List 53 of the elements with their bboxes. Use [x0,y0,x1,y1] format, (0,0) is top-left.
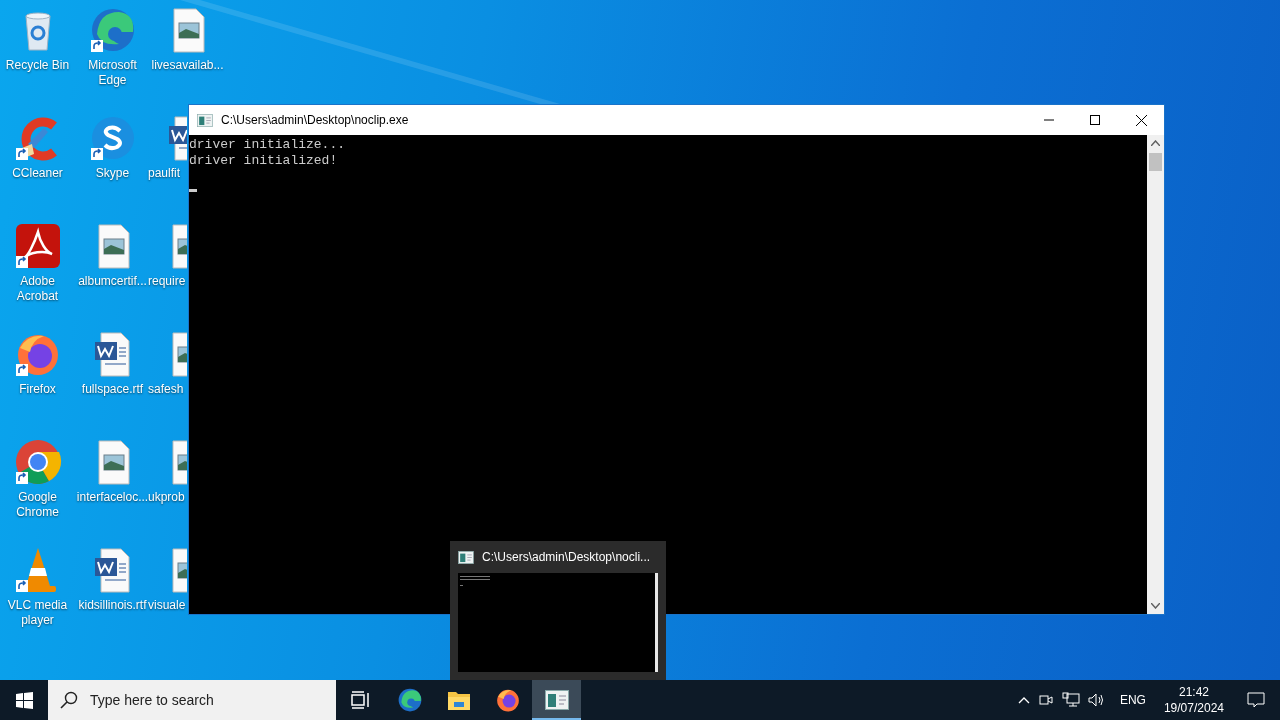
chevron-up-icon [1017,696,1030,704]
folder-icon [446,689,471,711]
icon-label: kidsillinois.rtf [78,598,147,613]
scroll-up-icon[interactable] [1151,140,1160,146]
console-line: driver initialize... [189,137,347,153]
console-app-icon [458,550,474,564]
icon-label: albumcertif... [78,274,147,289]
icon-label: VLC media player [6,598,69,628]
volume-icon [1087,692,1106,708]
window-title: C:\Users\admin\Desktop\noclip.exe [221,113,410,127]
icon-label: Adobe Acrobat [15,274,60,304]
console-app-icon [197,113,213,127]
maximize-icon [1090,115,1100,125]
icon-label: CCleaner [12,166,63,181]
edge-icon[interactable] [88,6,137,54]
icon-label: Recycle Bin [5,58,70,73]
icon-label: paulfit [148,166,181,181]
taskbar-app[interactable] [532,680,581,720]
icon-label: ukprob [148,490,185,505]
chrome-icon[interactable] [13,438,62,486]
icon-label: livesavailab... [151,58,224,73]
scrollbar[interactable] [1147,135,1164,614]
search-icon [60,691,78,709]
acrobat-icon[interactable] [13,222,62,270]
firefox-icon [494,687,521,713]
skype-icon[interactable] [88,114,137,162]
close-icon [1135,114,1147,126]
edge-icon [396,687,423,713]
language-indicator[interactable]: ENG [1109,693,1156,707]
icon-label: Firefox [19,382,56,397]
task-view-icon [350,691,371,709]
scroll-thumb[interactable] [1149,153,1162,171]
search-input[interactable]: Type here to search [88,691,312,709]
preview-title: C:\Users\admin\Desktop\nocli... [482,550,651,564]
network-icon [1061,692,1080,708]
speech-bubble-icon [1247,692,1265,708]
icon-label: Google Chrome [15,490,60,520]
icon-label: interfaceloc... [76,490,149,505]
console-line: driver initialized! [189,153,339,169]
taskbar-preview[interactable]: C:\Users\admin\Desktop\nocli... [450,541,666,680]
windows-logo-icon [15,691,33,709]
icon-label: Microsoft Edge [87,58,138,88]
icon-label: require [148,274,186,289]
clock[interactable]: 21:42 19/07/2024 [1155,684,1232,716]
search-box[interactable]: Type here to search [48,680,336,720]
icon-label: Skype [95,166,130,181]
console-app-icon [544,690,569,710]
icon-label: visuale [148,598,186,613]
camera-icon [1037,692,1054,708]
icon-label: fullspace.rtf [81,382,144,397]
icon-label: safesh [148,382,184,397]
text-cursor [189,189,197,192]
scroll-down-icon[interactable] [1151,603,1160,609]
